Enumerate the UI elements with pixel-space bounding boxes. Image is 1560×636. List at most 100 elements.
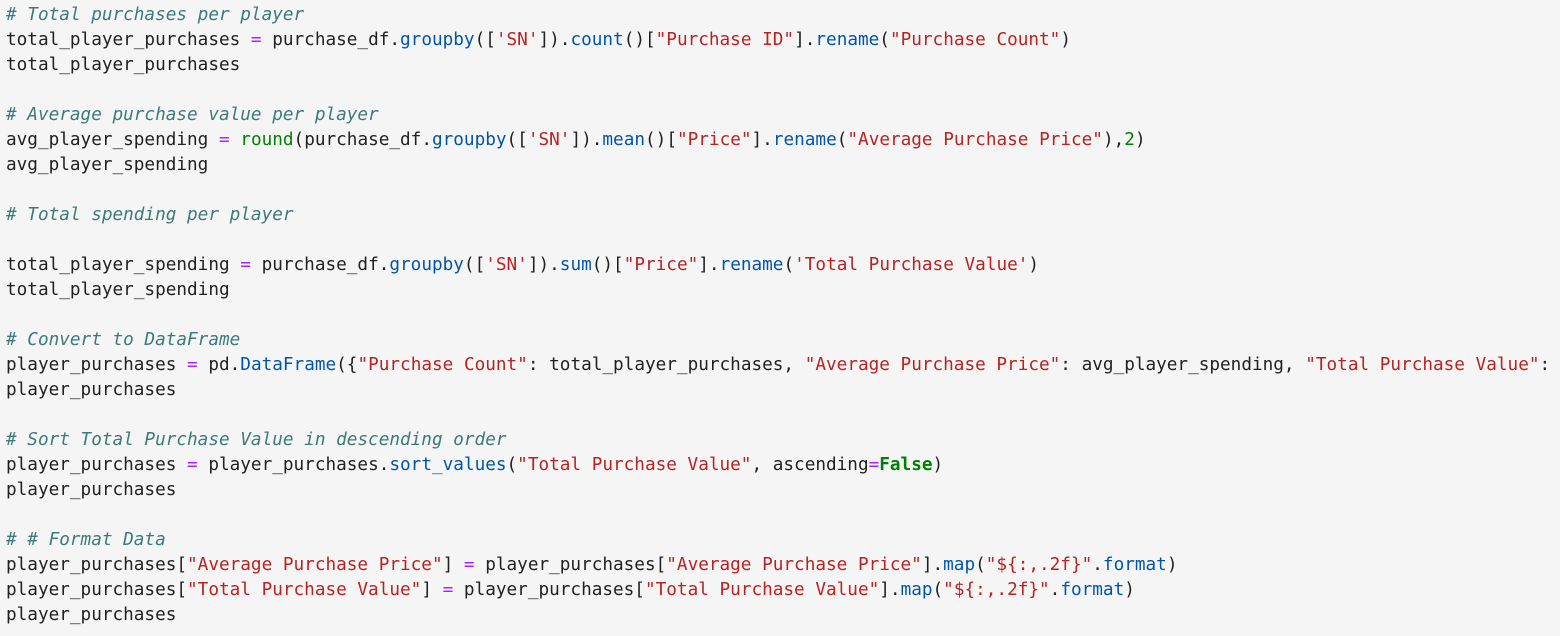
token-code-text: purchase_df.	[250, 255, 390, 275]
token-string: "Purchase Count"	[357, 355, 528, 375]
token-code-text: ()[	[591, 255, 624, 275]
code-line: # Average purchase value per player	[6, 103, 1560, 128]
token-string: "Average Purchase Price"	[847, 130, 1103, 150]
token-comment: # Total spending per player	[6, 205, 294, 225]
token-string: "Total Purchase Value"	[187, 580, 422, 600]
token-code-text: ()[	[645, 130, 677, 150]
code-line: # Sort Total Purchase Value in descendin…	[6, 428, 1560, 453]
token-code-text	[230, 130, 241, 150]
token-code-text: ([	[463, 255, 486, 275]
code-line: ​	[6, 503, 1560, 528]
code-line: ​	[6, 403, 1560, 428]
code-line: ​	[6, 178, 1560, 203]
code-line: avg_player_spending = round(purchase_df.…	[6, 128, 1560, 153]
token-code-text: (	[836, 130, 848, 150]
code-line: player_purchases = player_purchases.sort…	[6, 453, 1560, 478]
code-line: player_purchases	[6, 378, 1560, 403]
token-code-text: ),	[1102, 130, 1125, 150]
token-function-name: format	[1102, 555, 1167, 575]
code-line: player_purchases	[6, 478, 1560, 503]
token-code-text: )	[1124, 580, 1135, 600]
token-code-text: ]	[421, 580, 443, 600]
token-comment: # Average purchase value per player	[6, 105, 379, 125]
token-string: 'SN'	[527, 130, 571, 150]
code-line: ​	[6, 303, 1560, 328]
token-operator: =	[187, 455, 198, 475]
token-string: "Price"	[676, 130, 752, 150]
token-function-name: groupby	[389, 255, 464, 275]
token-code-text: total_player_purchases	[6, 30, 251, 50]
code-line: total_player_purchases = purchase_df.gro…	[6, 28, 1560, 53]
token-code-text: , ascending	[751, 455, 869, 475]
token-builtin: round	[240, 130, 294, 150]
token-string: "Price"	[623, 255, 699, 275]
token-string: 'SN'	[495, 30, 539, 50]
code-line: # Convert to DataFrame	[6, 328, 1560, 353]
token-code-text: )	[932, 455, 944, 475]
token-code-text: avg_player_spending	[6, 130, 219, 150]
token-code-text: player_purchases[	[6, 555, 188, 575]
token-function-name: map	[900, 580, 933, 600]
token-code-text: player_purchases[	[6, 580, 188, 600]
code-line: # Total purchases per player	[6, 3, 1560, 28]
token-code-text: )	[1060, 30, 1071, 50]
token-operator: =	[250, 30, 262, 50]
token-function-name: rename	[719, 255, 784, 275]
token-code-text: ].	[794, 30, 816, 50]
token-function-name: map	[943, 555, 976, 575]
token-code-text: :	[1539, 355, 1551, 375]
token-code-text: player_purchases	[6, 380, 177, 400]
code-cell[interactable]: # Total purchases per player total_player…	[0, 0, 1560, 636]
token-operator: =	[463, 555, 475, 575]
token-code-text: ].	[879, 580, 901, 600]
token-code-text: avg_player_spending	[6, 155, 209, 175]
token-code-text: total_player_spending	[6, 280, 230, 300]
token-code-text: ].	[751, 130, 773, 150]
token-string: "${:,.2f}"	[943, 580, 1050, 600]
code-line: player_purchases = pd.DataFrame({"Purcha…	[6, 353, 1560, 378]
token-comment: # Convert to DataFrame	[6, 330, 241, 350]
token-code-text: )	[1134, 130, 1146, 150]
code-line: total_player_purchases	[6, 53, 1560, 78]
token-code-text: : total_player_purchases,	[527, 355, 805, 375]
token-string: "Average Purchase Price"	[187, 555, 443, 575]
token-string: "Average Purchase Price"	[804, 355, 1061, 375]
token-keyword: False	[879, 455, 933, 475]
token-code-text: pd.	[197, 355, 241, 375]
token-function-name: groupby	[400, 30, 475, 50]
token-string: 'Total Purchase Value'	[794, 255, 1029, 275]
token-comment: # Sort Total Purchase Value in descendin…	[6, 430, 507, 450]
token-code-text: .	[1049, 580, 1061, 600]
code-line: # # Format Data	[6, 528, 1560, 553]
token-operator: =	[442, 580, 454, 600]
token-code-text: )	[1028, 255, 1040, 275]
token-operator: =	[868, 455, 880, 475]
token-code-text: purchase_df.	[261, 30, 401, 50]
token-code-text: ([	[506, 130, 528, 150]
token-code-text: : avg_player_spending,	[1060, 355, 1306, 375]
token-code-text: player_purchases[	[453, 580, 645, 600]
token-code-text: ()[	[623, 30, 656, 50]
token-code-text: ([	[474, 30, 496, 50]
token-function-name: rename	[772, 130, 837, 150]
token-code-text: player_purchases[	[474, 555, 667, 575]
token-comment: # Total purchases per player	[6, 5, 305, 25]
token-code-text: player_purchases	[6, 455, 188, 475]
token-string: "Purchase ID"	[655, 30, 795, 50]
token-code-text: (	[783, 255, 795, 275]
token-string: "Purchase Count"	[889, 30, 1061, 50]
token-string: "Total Purchase Value"	[517, 455, 752, 475]
token-code-text: ].	[698, 255, 720, 275]
token-code-text: ]	[442, 555, 464, 575]
token-function-name: sum	[559, 255, 592, 275]
token-string: "Average Purchase Price"	[666, 555, 922, 575]
token-function-name: sort_values	[389, 455, 507, 475]
token-code-text: total_player_purchases	[6, 55, 241, 75]
token-operator: =	[240, 255, 251, 275]
token-code-text: .	[1092, 555, 1103, 575]
code-editor[interactable]: # Total purchases per player total_player…	[0, 0, 1560, 628]
token-function-name: groupby	[431, 130, 507, 150]
code-line: player_purchases["Total Purchase Value"]…	[6, 578, 1560, 603]
code-line: total_player_spending	[6, 278, 1560, 303]
token-code-text: ({	[336, 355, 358, 375]
